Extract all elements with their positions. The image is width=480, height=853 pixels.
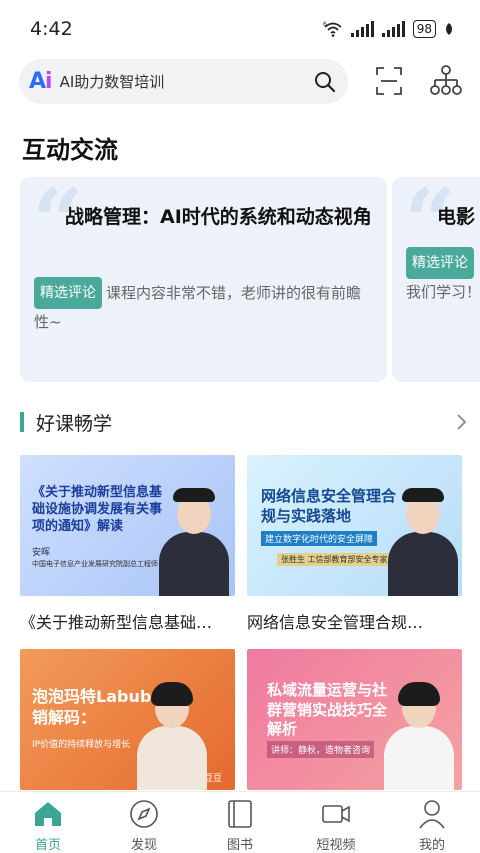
course-thumbnail[interactable]: 泡泡玛特Labubu营销解码： IP价值的持续释放与增长 讲师：黄豆豆 <box>20 649 235 790</box>
user-icon <box>419 800 445 829</box>
wifi-label: 6 <box>323 21 327 28</box>
speaker-photo <box>384 680 454 790</box>
course-title[interactable]: 网络信息安全管理合规… <box>247 609 467 633</box>
signal-icon-2 <box>381 21 405 37</box>
thumbnail-tagline: IP价值的持续释放与增长 <box>32 740 131 750</box>
scan-icon[interactable] <box>376 67 402 95</box>
nav-item-discover[interactable]: 发现 <box>96 792 192 853</box>
course-thumbnail[interactable]: 网络信息安全管理合规与实践落地 建立数字化时代的安全屏障 张胜生 工信部教育部安… <box>247 455 462 596</box>
nav-label: 首页 <box>34 838 61 853</box>
speaker-photo <box>388 486 458 596</box>
nav-label: 图书 <box>226 838 253 853</box>
comment-card-title: 电影 <box>437 206 476 228</box>
status-bar: 4:42 6 98 <box>0 0 480 56</box>
nav-item-home[interactable]: 首页 <box>0 792 96 853</box>
featured-tag: 精选评论 <box>406 247 474 279</box>
speaker-photo <box>137 680 207 790</box>
thumbnail-speaker: 讲师：静秋，造物者咨询 <box>267 741 375 758</box>
thumbnail-title: 私域流量运营与社群营销实战技巧全解析 <box>267 681 388 738</box>
home-icon <box>35 802 61 826</box>
battery-icon: 98 <box>412 20 436 38</box>
thumbnail-tagline: 建立数字化时代的安全屏障 <box>261 531 378 546</box>
thumbnail-speaker: 张胜生 工信部教育部安全专家 <box>277 553 392 566</box>
featured-tag: 精选评论 <box>34 277 102 309</box>
course-thumbnail[interactable]: 私域流量运营与社群营销实战技巧全解析 讲师：静秋，造物者咨询 <box>247 649 462 790</box>
section-header-courses[interactable]: 好课畅学 <box>20 407 468 437</box>
section-accent-bar <box>20 412 24 432</box>
search-text: AI助力数智培训 <box>59 73 165 91</box>
comment-text: 精选评论 课程内容非常不错，老师讲的很有前瞻性~ <box>34 277 373 335</box>
thumbnail-speaker-org: 中国电子信息产业发展研究院副总工程师 <box>32 560 158 568</box>
video-icon <box>322 805 350 823</box>
ai-logo: Ai <box>29 69 53 94</box>
chevron-right-icon[interactable] <box>454 413 468 431</box>
thumbnail-title: 网络信息安全管理合规与实践落地 <box>261 487 397 525</box>
battery-level: 98 <box>416 22 432 36</box>
nav-label: 发现 <box>130 838 157 853</box>
search-icon[interactable] <box>314 71 336 93</box>
compass-icon <box>130 800 158 828</box>
thumbnail-speaker: 安晖 <box>32 548 51 558</box>
nav-label: 短视频 <box>316 838 356 853</box>
speaker-photo <box>159 486 229 596</box>
comment-card[interactable]: “ 战略管理：AI时代的系统和动态视角 精选评论 课程内容非常不错，老师讲的很有前… <box>20 177 387 382</box>
course-thumbnail[interactable]: 《关于推动新型信息基础设施协调发展有关事项的通知》解读 安晖 中国电子信息产业发… <box>20 455 235 596</box>
book-icon <box>228 800 252 828</box>
status-icons: 6 98 <box>323 20 454 38</box>
nav-item-mine[interactable]: 我的 <box>384 792 480 853</box>
org-structure-icon[interactable] <box>430 65 462 97</box>
leaf-icon <box>446 23 452 35</box>
wifi-icon: 6 <box>323 21 343 37</box>
section-title-interaction: 互动交流 <box>22 136 118 164</box>
comment-card[interactable]: “ 电影 精选评论 我们学习！ <box>392 177 480 382</box>
bottom-nav: 首页 发现 图书 短视频 我的 <box>0 791 480 853</box>
nav-item-books[interactable]: 图书 <box>192 792 288 853</box>
nav-label: 我的 <box>418 838 445 853</box>
comment-body: 我们学习！ <box>406 283 480 301</box>
search-bar[interactable]: Ai AI助力数智培训 <box>19 59 348 104</box>
course-title[interactable]: 《关于推动新型信息基础… <box>20 609 240 633</box>
thumbnail-title: 《关于推动新型信息基础设施协调发展有关事项的通知》解读 <box>32 485 163 534</box>
nav-item-short-video[interactable]: 短视频 <box>288 792 384 853</box>
comment-text: 精选评论我们学习！ <box>406 247 480 305</box>
status-time: 4:42 <box>30 18 73 40</box>
section-title-courses: 好课畅学 <box>36 412 113 435</box>
comment-card-title: 战略管理：AI时代的系统和动态视角 <box>65 206 372 228</box>
signal-icon <box>350 21 374 37</box>
